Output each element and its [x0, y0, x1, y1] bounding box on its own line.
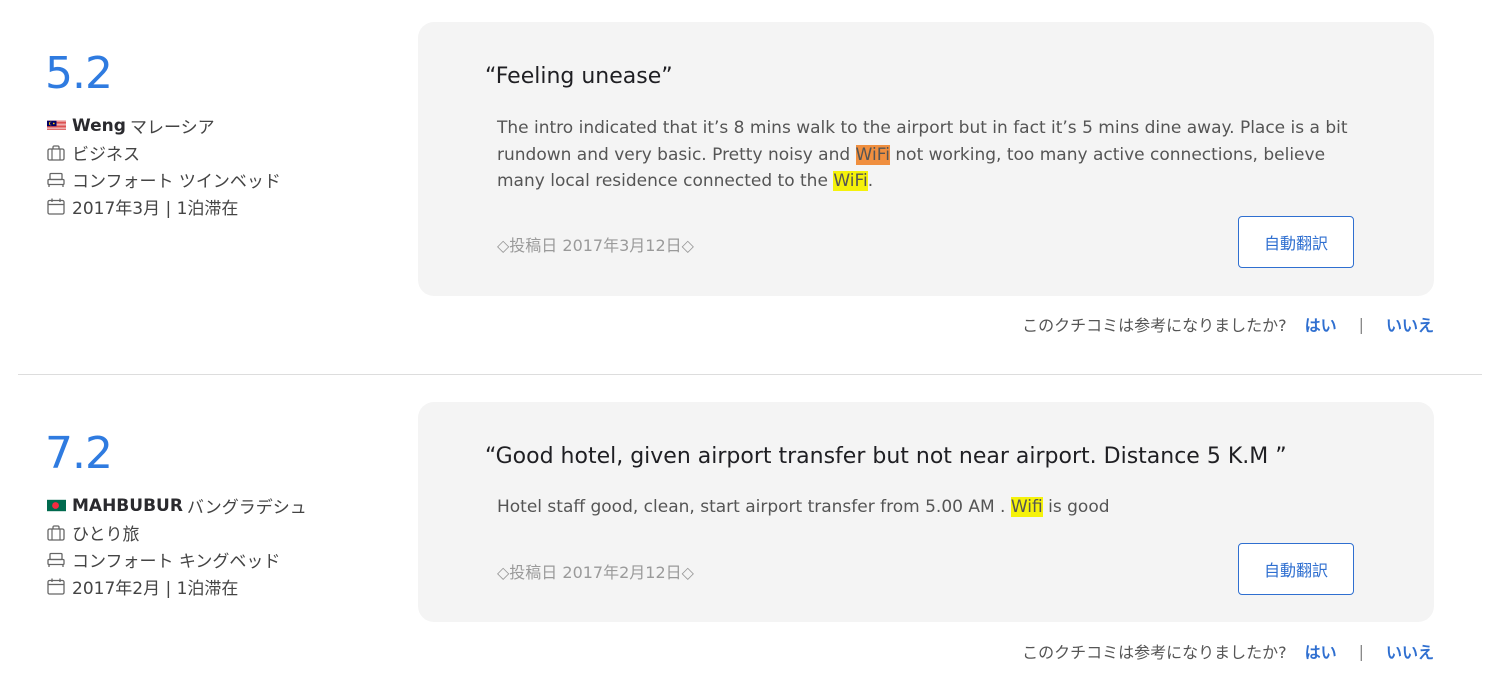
traveler-type: ビジネス: [72, 145, 140, 165]
bangladesh-flag-icon: [45, 496, 67, 516]
room-type: コンフォート ツインベッド: [72, 172, 281, 192]
stay-info: 2017年3月 | 1泊滞在: [72, 199, 239, 219]
highlight-keyword: WiFi: [833, 171, 868, 191]
malaysia-flag-icon: [45, 116, 67, 136]
helpful-separator: |: [1358, 641, 1364, 661]
bed-icon: [45, 170, 67, 190]
helpful-yes-link[interactable]: はい: [1305, 312, 1337, 336]
briefcase-icon: [45, 523, 67, 543]
helpful-question: このクチコミは参考になりましたか?: [1022, 316, 1287, 335]
reviewer-row: MAHBUBUR バングラデシュ: [45, 492, 307, 519]
reviewer-name: MAHBUBUR: [72, 495, 183, 516]
helpful-separator: |: [1358, 314, 1364, 334]
helpful-no-link[interactable]: いいえ: [1386, 312, 1434, 336]
review-card: “Feeling unease” The intro indicated tha…: [418, 22, 1434, 296]
helpful-yes-link[interactable]: はい: [1305, 639, 1337, 663]
highlight-keyword: Wifi: [1010, 497, 1043, 517]
auto-translate-button[interactable]: 自動翻訳: [1238, 543, 1354, 595]
review-score: 5.2: [45, 48, 113, 99]
calendar-icon: [45, 577, 67, 597]
traveler-type-row: ビジネス: [45, 139, 281, 166]
reviewer-info: 5.2 Weng マレーシア ビジネス コンフォート ツインベッド 2017年3…: [45, 52, 281, 220]
room-type: コンフォート キングベッド: [72, 552, 281, 572]
reviewer-name: Weng: [72, 115, 126, 136]
reviewer-row: Weng マレーシア: [45, 112, 281, 139]
highlight-keyword: WiFi: [855, 144, 890, 165]
stay-row: 2017年2月 | 1泊滞在: [45, 573, 307, 600]
reviewer-country: マレーシア: [129, 118, 215, 138]
review-title: “Feeling unease”: [485, 64, 673, 89]
reviewer-info: 7.2 MAHBUBUR バングラデシュ ひとり旅 コンフォート キングベッド: [45, 432, 307, 600]
review-text: is good: [1042, 497, 1110, 517]
room-type-row: コンフォート ツインベッド: [45, 166, 281, 193]
helpful-no-link[interactable]: いいえ: [1386, 639, 1434, 663]
helpful-question: このクチコミは参考になりましたか?: [1022, 643, 1287, 662]
helpful-prompt: このクチコミは参考になりましたか? はい | いいえ: [1022, 639, 1434, 663]
auto-translate-button[interactable]: 自動翻訳: [1238, 216, 1354, 268]
review-divider: [18, 374, 1482, 375]
posted-date: ◇投稿日 2017年3月12日◇: [497, 236, 694, 255]
posted-date: ◇投稿日 2017年2月12日◇: [497, 563, 694, 582]
calendar-icon: [45, 197, 67, 217]
helpful-prompt: このクチコミは参考になりましたか? はい | いいえ: [1022, 312, 1434, 336]
review-card: “Good hotel, given airport transfer but …: [418, 402, 1434, 622]
review-text: .: [867, 171, 874, 191]
review-text: Hotel staff good, clean, start airport t…: [497, 497, 1011, 517]
stay-info: 2017年2月 | 1泊滞在: [72, 579, 239, 599]
bed-icon: [45, 550, 67, 570]
review-body: Hotel staff good, clean, start airport t…: [497, 494, 1357, 521]
traveler-type: ひとり旅: [72, 525, 140, 545]
room-type-row: コンフォート キングベッド: [45, 546, 307, 573]
stay-row: 2017年3月 | 1泊滞在: [45, 193, 281, 220]
review-score: 7.2: [45, 428, 113, 479]
review-title: “Good hotel, given airport transfer but …: [485, 444, 1287, 469]
review-body: The intro indicated that it’s 8 mins wal…: [497, 115, 1357, 195]
briefcase-icon: [45, 143, 67, 163]
reviewer-country: バングラデシュ: [186, 498, 307, 518]
traveler-type-row: ひとり旅: [45, 519, 307, 546]
